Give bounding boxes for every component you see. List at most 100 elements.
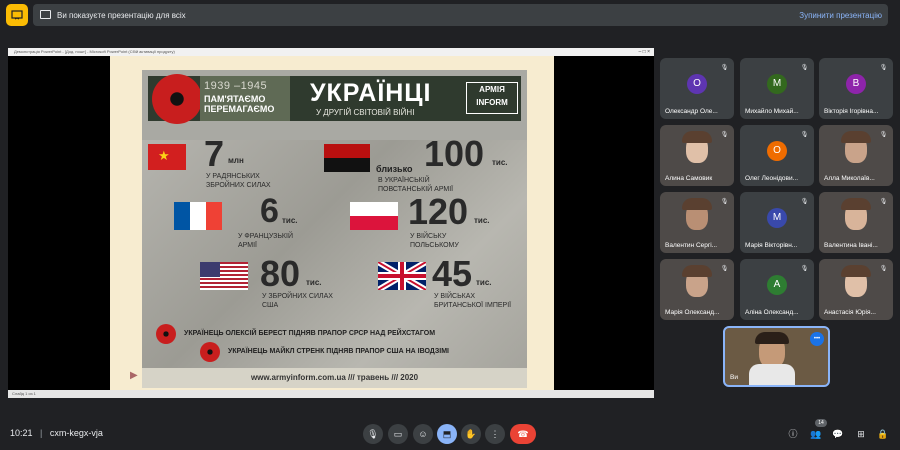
separator: | — [40, 428, 43, 438]
people-icon[interactable]: 👥 — [810, 428, 822, 440]
participant-name: Олександр Оле... — [665, 108, 718, 115]
host-controls-icon[interactable]: 🔒 — [877, 428, 889, 440]
stat-desc: США — [262, 302, 279, 309]
participant-tile[interactable]: М 🎙 Михайло Михай... — [740, 58, 814, 119]
stat-desc: армії — [238, 242, 257, 249]
participant-hair — [841, 198, 871, 210]
participant-name: Олег Леонідови... — [745, 175, 799, 182]
stat-desc: в українській — [378, 177, 430, 184]
participant-tile[interactable]: 🎙 Валентина Івані... — [819, 192, 893, 253]
mic-icon: 🎙 — [367, 428, 379, 439]
stat-unit: тис. — [492, 158, 508, 167]
participant-name: Марія Олександ... — [665, 309, 720, 316]
participant-hair — [682, 265, 712, 277]
emoji-button[interactable]: ☺ — [413, 424, 433, 444]
mic-button[interactable]: 🎙 — [363, 424, 383, 444]
stat-desc: збройних силах — [206, 182, 271, 189]
usa-flag-icon — [200, 262, 248, 290]
present-button[interactable]: ⬒ — [437, 424, 457, 444]
stat-number: 100 — [424, 133, 485, 174]
stat-unit: тис. — [474, 216, 490, 225]
participant-hair — [682, 198, 712, 210]
participant-tile[interactable]: 🎙 Марія Олександ... — [660, 259, 734, 320]
participant-tile[interactable]: 🎙 Анастасія Юрія... — [819, 259, 893, 320]
clock-time: 10:21 — [10, 428, 33, 438]
mic-off-icon: 🎙 — [800, 65, 809, 71]
shared-screen: Демонстрація PowerPoint - [Дод. пошт] - … — [8, 48, 654, 398]
poland-flag-icon — [350, 202, 398, 230]
uk-flag-icon — [378, 262, 426, 290]
top-bar: Ви показуєте презентацію для всіх Зупини… — [0, 0, 900, 30]
participant-tile[interactable]: В 🎙 Вікторія Ігорівна... — [819, 58, 893, 119]
stat-prefix: близько — [376, 164, 413, 174]
more-options-icon[interactable]: ••• — [810, 332, 824, 346]
france-flag-icon — [174, 202, 222, 230]
raise-hand-button[interactable]: ✋ — [461, 424, 481, 444]
mic-off-icon: 🎙 — [800, 266, 809, 272]
remember-label: ПАМ'ЯТАЄМО — [204, 94, 266, 104]
meeting-code: cxm-kegx-vja — [49, 428, 103, 438]
poster-subtitle: У ДРУГІЙ СВІТОВІЙ ВІЙНІ — [316, 108, 415, 117]
participant-tile[interactable]: 🎙 Алина Самовик — [660, 125, 734, 186]
participant-name: Валентина Івані... — [824, 242, 878, 249]
more-options-button[interactable]: ⋮ — [485, 424, 505, 444]
presenting-banner: Ви показуєте презентацію для всіх Зупини… — [33, 4, 888, 26]
win-label: ПЕРЕМАГАЄМО — [204, 104, 275, 114]
self-tile[interactable]: Ви ••• — [723, 326, 830, 387]
participant-tile[interactable]: М 🎙 Марія Вікторівн... — [740, 192, 814, 253]
hand-icon: ✋ — [465, 428, 477, 439]
powerpoint-title-bar: Демонстрація PowerPoint - [Дод. пошт] - … — [8, 48, 654, 56]
hang-up-icon: ☎ — [517, 428, 529, 439]
present-icon: ⬒ — [442, 428, 452, 439]
powerpoint-status-bar: Слайд 1 из 1 — [8, 390, 654, 398]
stat-number: 7 — [204, 133, 225, 174]
meeting-time: 10:21 | cxm-kegx-vja — [10, 428, 103, 438]
mic-off-icon: 🎙 — [800, 199, 809, 205]
stat-desc: польському — [410, 242, 459, 249]
slide-nav-arrow-icon[interactable]: ▶ — [130, 370, 138, 381]
stat-desc: британської імперії — [434, 302, 512, 309]
poster-footer: www.armyinform.com.ua /// травень /// 20… — [142, 368, 527, 388]
stat-number: 45 — [432, 253, 473, 294]
participant-name: Алла Миколаїв... — [824, 175, 875, 182]
participant-tile[interactable]: 🎙 Валентин Сергі... — [660, 192, 734, 253]
stat-desc: у радянських — [206, 173, 260, 180]
stat-unit: тис. — [306, 278, 322, 287]
upa-flag-icon — [324, 144, 370, 172]
participant-tile[interactable]: О 🎙 Олександр Оле... — [660, 58, 734, 119]
participant-name: Вікторія Ігорівна... — [824, 108, 879, 115]
stat-unit: тис. — [476, 278, 492, 287]
participant-name: Марія Вікторівн... — [745, 242, 798, 249]
stat-desc: у збройних силах — [262, 293, 333, 300]
camera-button[interactable]: ▭ — [388, 424, 408, 444]
participant-name: Аліна Олександ... — [745, 309, 799, 316]
chat-icon[interactable]: 💬 — [832, 428, 844, 440]
logo-line-2: INFORM — [476, 98, 508, 107]
stop-presenting-button[interactable]: Зупинити презентацію — [799, 11, 882, 20]
avatar: М — [767, 208, 787, 228]
info-icon[interactable]: ⓘ — [787, 428, 799, 440]
participant-tile[interactable]: О 🎙 Олег Леонідови... — [740, 125, 814, 186]
presentation-icon — [6, 4, 28, 26]
mic-off-icon: 🎙 — [879, 132, 888, 138]
participant-name: Валентин Сергі... — [665, 242, 718, 249]
poster-header: 1939 –1945 ПАМ'ЯТАЄМО ПЕРЕМАГАЄМО УКРАЇН… — [148, 74, 521, 124]
activities-icon[interactable]: ⊞ — [855, 428, 867, 440]
window-controls[interactable]: – □ × — [639, 48, 651, 56]
avatar: А — [767, 275, 787, 295]
poppy-icon — [156, 324, 176, 344]
participant-hair — [841, 131, 871, 143]
more-vert-icon: ⋮ — [490, 428, 500, 439]
stat-desc: у військах — [434, 293, 476, 300]
participant-tile[interactable]: 🎙 Алла Миколаїв... — [819, 125, 893, 186]
avatar: М — [767, 74, 787, 94]
participant-hair — [682, 131, 712, 143]
leave-call-button[interactable]: ☎ — [510, 424, 536, 444]
self-label: Ви — [730, 374, 738, 381]
avatar: В — [846, 74, 866, 94]
poster-title: УКРАЇНЦІ — [310, 79, 432, 107]
people-count-badge: 14 — [815, 419, 827, 427]
mic-off-icon: 🎙 — [720, 65, 729, 71]
ussr-flag-icon: ★ — [148, 144, 186, 170]
participant-tile[interactable]: А 🎙 Аліна Олександ... — [740, 259, 814, 320]
